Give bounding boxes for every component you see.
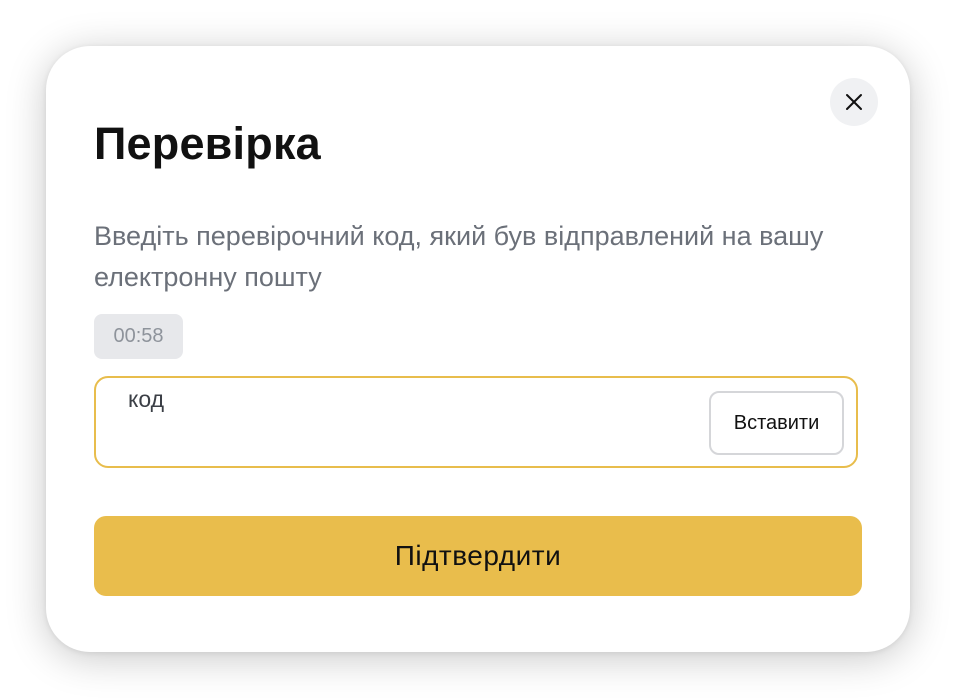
- close-button[interactable]: [830, 78, 878, 126]
- countdown-timer: 00:58: [94, 314, 183, 359]
- code-input[interactable]: [126, 422, 686, 458]
- verification-modal: Перевірка Введіть перевірочний код, який…: [46, 46, 910, 652]
- code-field-label: код: [128, 386, 165, 412]
- confirm-button[interactable]: Підтвердити: [94, 516, 862, 596]
- modal-title: Перевірка: [94, 118, 321, 169]
- paste-button[interactable]: Вставити: [709, 391, 844, 455]
- modal-description: Введіть перевірочний код, який був відпр…: [94, 221, 824, 292]
- code-field[interactable]: код Вставити: [94, 376, 858, 468]
- close-icon: [844, 92, 864, 112]
